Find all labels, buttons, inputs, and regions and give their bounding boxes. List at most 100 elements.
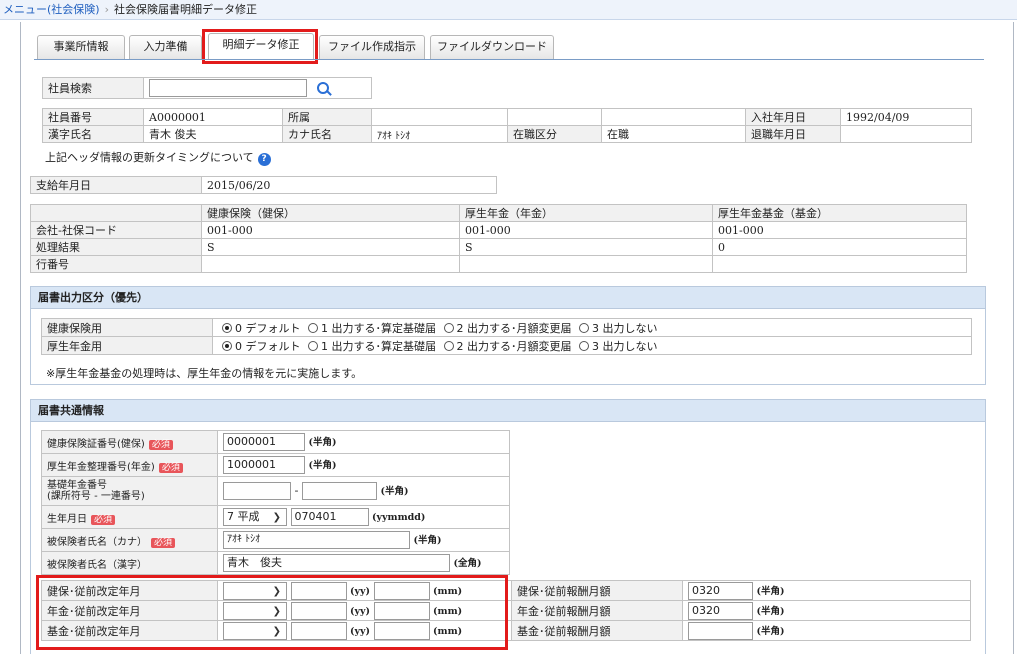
output-table: 健康保険用 0 デフォルト 1 出力する･算定基礎届 2 出力する･月額変更届 … xyxy=(41,318,972,355)
unit-han: (半角) xyxy=(380,486,409,497)
output-pension-options: 0 デフォルト 1 出力する･算定基礎届 2 出力する･月額変更届 3 出力しな… xyxy=(212,336,972,355)
codes-table: 健康保険（健保） 厚生年金（年金） 厚生年金基金（基金） 会社-社保コード 00… xyxy=(30,204,967,273)
common-table: 健康保険証番号(健保) 必須 0000001 (半角) 厚生年金整理番号(年金) 必… xyxy=(41,430,510,575)
unit-han: (半角) xyxy=(413,535,442,546)
required-badge: 必須 xyxy=(151,537,176,548)
tab-file-create[interactable]: ファイル作成指示 xyxy=(319,35,425,59)
codes-cell: S xyxy=(201,238,460,256)
header-update-note: 上記ヘッダ情報の更新タイミングについて? xyxy=(45,149,271,166)
codes-cell xyxy=(459,255,713,273)
breadcrumb-separator: › xyxy=(104,3,109,16)
radio-health-2[interactable] xyxy=(443,322,454,333)
prev-pay-label: 健保･従前報酬月額 xyxy=(511,580,683,601)
page-title: 社会保険届書明細データ修正 xyxy=(114,3,257,16)
health-no-label: 健康保険証番号(健保) 必須 xyxy=(41,430,218,454)
codes-row-label: 行番号 xyxy=(30,255,202,273)
radio-label: 3 出力しない xyxy=(592,321,658,335)
kana-name-input[interactable]: ｱｵｷ ﾄｼｵ xyxy=(223,531,410,549)
tab-input-prep[interactable]: 入力準備 xyxy=(129,35,202,59)
basic-no-label: 基礎年金番号 (課所符号 - 一連番号) xyxy=(41,476,218,506)
search-label: 社員検索 xyxy=(42,77,144,99)
breadcrumb: メニュー(社会保険) › 社会保険届書明細データ修正 xyxy=(0,0,1017,20)
output-health-options: 0 デフォルト 1 出力する･算定基礎届 2 出力する･月額変更届 3 出力しな… xyxy=(212,318,972,337)
radio-label: 1 出力する･算定基礎届 xyxy=(321,339,436,353)
search-icon[interactable] xyxy=(316,82,329,94)
output-pension-label: 厚生年金用 xyxy=(41,336,213,355)
unit-han: (半角) xyxy=(308,460,337,471)
employee-no-label: 社員番号 xyxy=(42,108,144,126)
radio-health-1[interactable] xyxy=(308,322,318,333)
kana-name: ｱｵｷ ﾄｼｵ xyxy=(371,125,508,143)
codes-row-label: 処理結果 xyxy=(30,238,202,256)
tab-office-info[interactable]: 事業所情報 xyxy=(37,35,125,59)
basic-no-input-a[interactable] xyxy=(223,482,291,500)
breadcrumb-menu-link[interactable]: メニュー(社会保険) xyxy=(3,3,100,16)
health-no-input[interactable]: 0000001 xyxy=(223,433,305,451)
radio-health-3[interactable] xyxy=(579,322,589,333)
birth-label: 生年月日 必須 xyxy=(41,505,218,529)
codes-cell xyxy=(201,255,460,273)
kana-name-label: カナ氏名 xyxy=(282,125,372,143)
codes-cell: 0 xyxy=(712,238,967,256)
output-health-label: 健康保険用 xyxy=(41,318,213,337)
birth-era-select[interactable]: 7 平成 ❯ xyxy=(223,508,287,526)
pension-no-input[interactable]: 1000001 xyxy=(223,456,305,474)
codes-cell xyxy=(712,255,967,273)
pay-date-value: 2015/06/20 xyxy=(201,176,497,194)
pay-date-label: 支給年月日 xyxy=(30,176,202,194)
tab-file-download[interactable]: ファイルダウンロード xyxy=(430,35,554,59)
basic-no-input-b[interactable] xyxy=(301,482,377,500)
birth-date-input[interactable]: 070401 xyxy=(290,508,369,526)
retire-date-label: 退職年月日 xyxy=(745,125,841,143)
prev-pay-label: 基金･従前報酬月額 xyxy=(511,620,683,641)
radio-label: 1 出力する･算定基礎届 xyxy=(321,321,436,335)
radio-health-0[interactable] xyxy=(222,322,232,333)
help-icon[interactable]: ? xyxy=(257,153,271,166)
codes-row-label: 会社-社保コード xyxy=(30,221,202,239)
header-update-note-text: 上記ヘッダ情報の更新タイミングについて xyxy=(45,151,254,164)
retire-date xyxy=(840,125,972,143)
kana-name-field-label: 被保険者氏名（カナ） 必須 xyxy=(41,528,218,552)
kanji-name: 青木 俊夫 xyxy=(143,125,283,143)
birth-format-hint: (yymmdd) xyxy=(372,512,426,523)
kanji-name-field-label: 被保険者氏名（漢字） xyxy=(41,551,218,575)
codes-header-health: 健康保険（健保） xyxy=(201,204,460,222)
radio-pension-2[interactable] xyxy=(443,340,454,351)
common-section-title: 届書共通情報 xyxy=(31,400,985,422)
kanji-name-label: 漢字氏名 xyxy=(42,125,144,143)
codes-header-fund: 厚生年金基金（基金） xyxy=(712,204,967,222)
codes-header-pension: 厚生年金（年金） xyxy=(459,204,713,222)
employee-table: 社員番号 A0000001 所属 入社年月日 1992/04/09 漢字氏名 青… xyxy=(42,108,972,143)
codes-cell: S xyxy=(459,238,713,256)
output-section-title: 届書出力区分（優先） xyxy=(31,287,985,309)
prev-pay-label: 年金･従前報酬月額 xyxy=(511,600,683,621)
search-cell xyxy=(143,77,372,99)
radio-label: 0 デフォルト xyxy=(235,321,301,335)
employee-no: A0000001 xyxy=(143,108,283,126)
radio-pension-0[interactable] xyxy=(222,340,232,351)
radio-label: 2 出力する･月額変更届 xyxy=(456,339,572,353)
unit-han: (半角) xyxy=(308,437,337,448)
radio-pension-3[interactable] xyxy=(579,340,589,351)
kanji-name-input[interactable]: 青木 俊夫 xyxy=(223,554,450,572)
search-table: 社員検索 xyxy=(42,77,372,99)
prev-pay-input[interactable]: 0320 xyxy=(688,601,753,620)
join-date-label: 入社年月日 xyxy=(745,108,841,126)
codes-cell: 001-000 xyxy=(459,221,713,239)
output-note: ※厚生年金基金の処理時は、厚生年金の情報を元に実施します。 xyxy=(46,367,363,380)
radio-pension-1[interactable] xyxy=(308,340,318,351)
pay-date-table: 支給年月日 2015/06/20 xyxy=(30,176,497,194)
revision-highlight-box xyxy=(36,575,508,650)
radio-label: 2 出力する･月額変更届 xyxy=(456,321,572,335)
join-date: 1992/04/09 xyxy=(840,108,972,126)
radio-label: 3 出力しない xyxy=(592,339,658,353)
dept-value xyxy=(371,108,508,126)
unit-zen: (全角) xyxy=(453,558,482,569)
codes-cell: 001-000 xyxy=(201,221,460,239)
status-label: 在職区分 xyxy=(507,125,602,143)
prev-pay-input[interactable]: 0320 xyxy=(688,581,753,600)
dept-label: 所属 xyxy=(282,108,372,126)
search-input[interactable] xyxy=(149,79,307,97)
required-badge: 必須 xyxy=(158,462,183,473)
prev-pay-input[interactable] xyxy=(688,621,753,640)
